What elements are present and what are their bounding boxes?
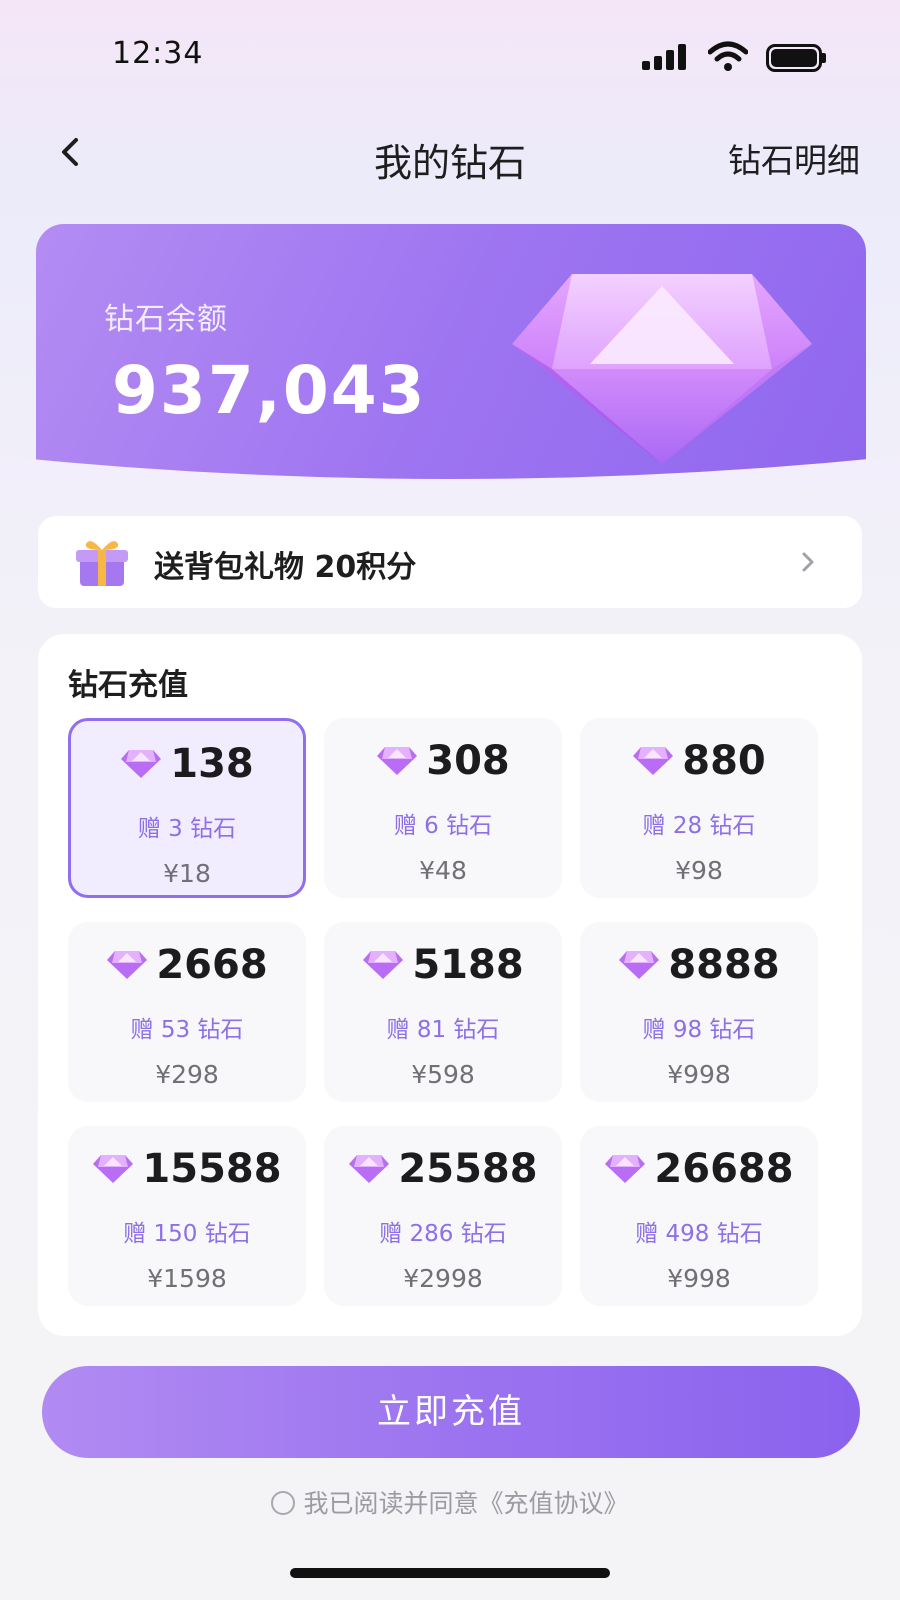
package-amount: 15588 bbox=[142, 1146, 282, 1192]
package-card[interactable]: 880 赠 28 钻石 ¥98 bbox=[580, 718, 818, 898]
package-grid: 138 赠 3 钻石 ¥18 308 赠 6 钻石 ¥48 880 赠 28 钻… bbox=[68, 718, 832, 1308]
agreement-radio[interactable] bbox=[271, 1491, 296, 1515]
recharge-title: 钻石充值 bbox=[68, 668, 188, 703]
package-card[interactable]: 15588 赠 150 钻石 ¥1598 bbox=[68, 1126, 306, 1306]
gift-icon bbox=[76, 541, 128, 586]
package-amount: 26688 bbox=[654, 1146, 794, 1192]
diamond-icon bbox=[377, 747, 418, 775]
gift-banner-text: 送背包礼物 20积分 bbox=[154, 550, 417, 585]
package-bonus: 赠 98 钻石 bbox=[642, 1017, 756, 1043]
package-card[interactable]: 8888 赠 98 钻石 ¥998 bbox=[580, 922, 818, 1102]
status-time: 12:34 bbox=[112, 36, 204, 71]
diamond-icon bbox=[363, 951, 404, 979]
package-amount: 138 bbox=[170, 741, 254, 787]
balance-label: 钻石余额 bbox=[104, 302, 228, 337]
package-price: ¥2998 bbox=[403, 1264, 483, 1293]
diamond-icon bbox=[605, 1155, 646, 1183]
package-card[interactable]: 308 赠 6 钻石 ¥48 bbox=[324, 718, 562, 898]
package-bonus: 赠 81 钻石 bbox=[386, 1017, 500, 1043]
package-bonus: 赠 6 钻石 bbox=[393, 813, 493, 839]
package-amount: 2668 bbox=[156, 942, 268, 988]
package-price: ¥48 bbox=[419, 856, 467, 885]
wifi-icon bbox=[708, 41, 748, 71]
package-bonus: 赠 150 钻石 bbox=[123, 1221, 251, 1247]
package-amount: 880 bbox=[682, 738, 766, 784]
package-price: ¥598 bbox=[411, 1060, 475, 1089]
home-indicator bbox=[290, 1568, 610, 1578]
gift-banner[interactable]: 送背包礼物 20积分 bbox=[38, 516, 862, 608]
package-bonus: 赠 498 钻石 bbox=[635, 1221, 763, 1247]
diamond-icon bbox=[93, 1155, 134, 1183]
package-price: ¥998 bbox=[667, 1264, 731, 1293]
package-amount: 25588 bbox=[398, 1146, 538, 1192]
battery-icon bbox=[766, 44, 826, 72]
package-card[interactable]: 2668 赠 53 钻石 ¥298 bbox=[68, 922, 306, 1102]
agreement-row[interactable]: 我已阅读并同意《充值协议》 bbox=[0, 1484, 900, 1520]
package-amount: 308 bbox=[426, 738, 510, 784]
agreement-text: 我已阅读并同意《充值协议》 bbox=[303, 1489, 629, 1518]
diamond-icon bbox=[107, 951, 148, 979]
package-bonus: 赠 3 钻石 bbox=[137, 816, 237, 842]
nav-bar: 我的钻石 钻石明细 bbox=[0, 120, 900, 190]
recharge-panel: 钻石充值 138 赠 3 钻石 ¥18 308 赠 6 钻石 ¥48 880 赠… bbox=[38, 634, 862, 1336]
package-price: ¥98 bbox=[675, 856, 723, 885]
diamond-icon bbox=[619, 951, 660, 979]
diamond-detail-link[interactable]: 钻石明细 bbox=[728, 134, 860, 182]
package-bonus: 赠 28 钻石 bbox=[642, 813, 756, 839]
package-bonus: 赠 286 钻石 bbox=[379, 1221, 507, 1247]
diamond-icon bbox=[121, 750, 162, 778]
package-amount: 5188 bbox=[412, 942, 524, 988]
status-bar: 12:34 bbox=[0, 0, 900, 110]
chevron-right-icon bbox=[802, 552, 814, 572]
package-card[interactable]: 5188 赠 81 钻石 ¥598 bbox=[324, 922, 562, 1102]
diamond-icon bbox=[512, 274, 812, 464]
package-price: ¥298 bbox=[155, 1060, 219, 1089]
diamond-icon bbox=[633, 747, 674, 775]
package-amount: 8888 bbox=[668, 942, 780, 988]
package-price: ¥18 bbox=[163, 859, 211, 888]
diamond-icon bbox=[349, 1155, 390, 1183]
package-card[interactable]: 26688 赠 498 钻石 ¥998 bbox=[580, 1126, 818, 1306]
package-bonus: 赠 53 钻石 bbox=[130, 1017, 244, 1043]
package-card[interactable]: 138 赠 3 钻石 ¥18 bbox=[68, 718, 306, 898]
balance-value: 937,043 bbox=[112, 352, 427, 429]
package-price: ¥1598 bbox=[147, 1264, 227, 1293]
package-price: ¥998 bbox=[667, 1060, 731, 1089]
signal-icon bbox=[642, 44, 688, 70]
package-card[interactable]: 25588 赠 286 钻石 ¥2998 bbox=[324, 1126, 562, 1306]
recharge-now-button[interactable]: 立即充值 bbox=[42, 1366, 860, 1458]
